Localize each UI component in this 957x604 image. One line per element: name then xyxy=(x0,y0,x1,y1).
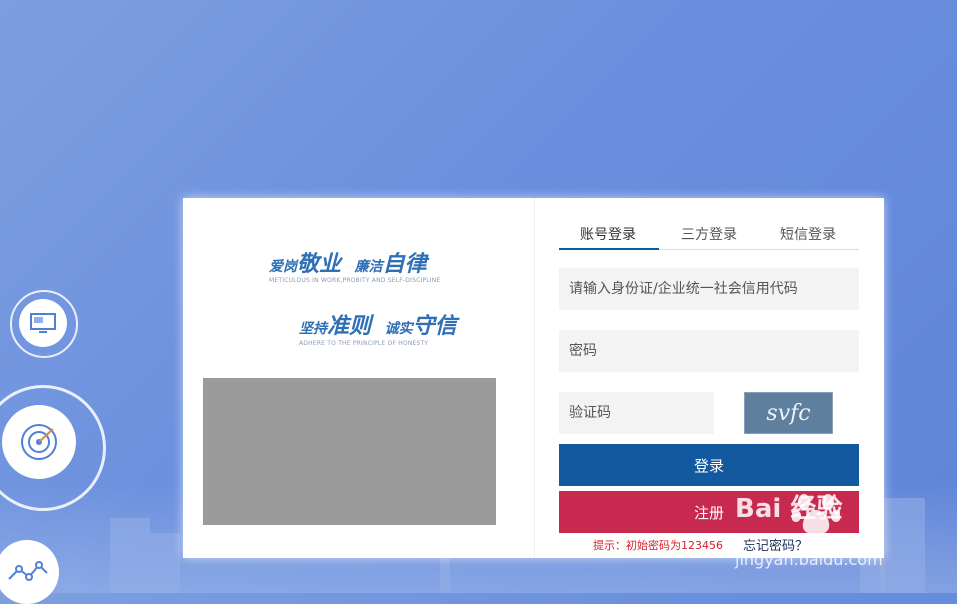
captcha-text: svfc xyxy=(766,400,811,426)
building xyxy=(150,533,180,593)
baidu-paw-icon xyxy=(791,488,841,542)
chart-line-icon xyxy=(0,540,59,604)
slogan-text: 自律 xyxy=(382,252,427,277)
card-divider xyxy=(534,198,535,558)
watermark-url: jingyan.baidu.com xyxy=(735,550,883,569)
slogan-text: 爱岗 xyxy=(269,259,297,275)
tab-account-login[interactable]: 账号登录 xyxy=(580,224,636,244)
slogan-1: 爱岗敬业 廉洁自律 xyxy=(269,246,427,278)
building xyxy=(880,498,925,593)
slogan-text: 敬业 xyxy=(297,252,342,277)
building xyxy=(110,518,150,593)
password-hint: 提示：初始密码为123456 xyxy=(593,539,723,552)
slogan-text: 廉洁 xyxy=(354,259,383,275)
slogan-1-subtitle: METICULOUS IN WORK,PROBITY AND SELF-DISC… xyxy=(269,277,441,284)
active-tab-indicator xyxy=(559,248,659,250)
image-placeholder xyxy=(203,378,496,525)
target-icon xyxy=(2,405,76,479)
captcha-image[interactable]: svfc xyxy=(744,392,833,434)
login-tabs: 账号登录 三方登录 短信登录 xyxy=(559,218,859,250)
slogan-text: 守信 xyxy=(412,314,457,339)
building xyxy=(440,558,450,593)
slogan-2-subtitle: ADHERE TO THE PRINCIPLE OF HONESTY xyxy=(299,340,429,347)
tab-sms-login[interactable]: 短信登录 xyxy=(780,224,836,244)
monitor-icon xyxy=(19,299,67,347)
login-button[interactable]: 登录 xyxy=(559,444,859,486)
id-number-input[interactable] xyxy=(559,268,859,310)
tab-third-party-login[interactable]: 三方登录 xyxy=(681,224,737,244)
slogan-text: 准则 xyxy=(327,314,372,339)
slogan-text: 坚持 xyxy=(299,321,327,337)
captcha-input[interactable] xyxy=(559,392,714,434)
password-input[interactable] xyxy=(559,330,859,372)
slogan-2: 坚持准则 诚实守信 xyxy=(299,308,457,340)
slogan-text: 诚实 xyxy=(384,321,413,337)
